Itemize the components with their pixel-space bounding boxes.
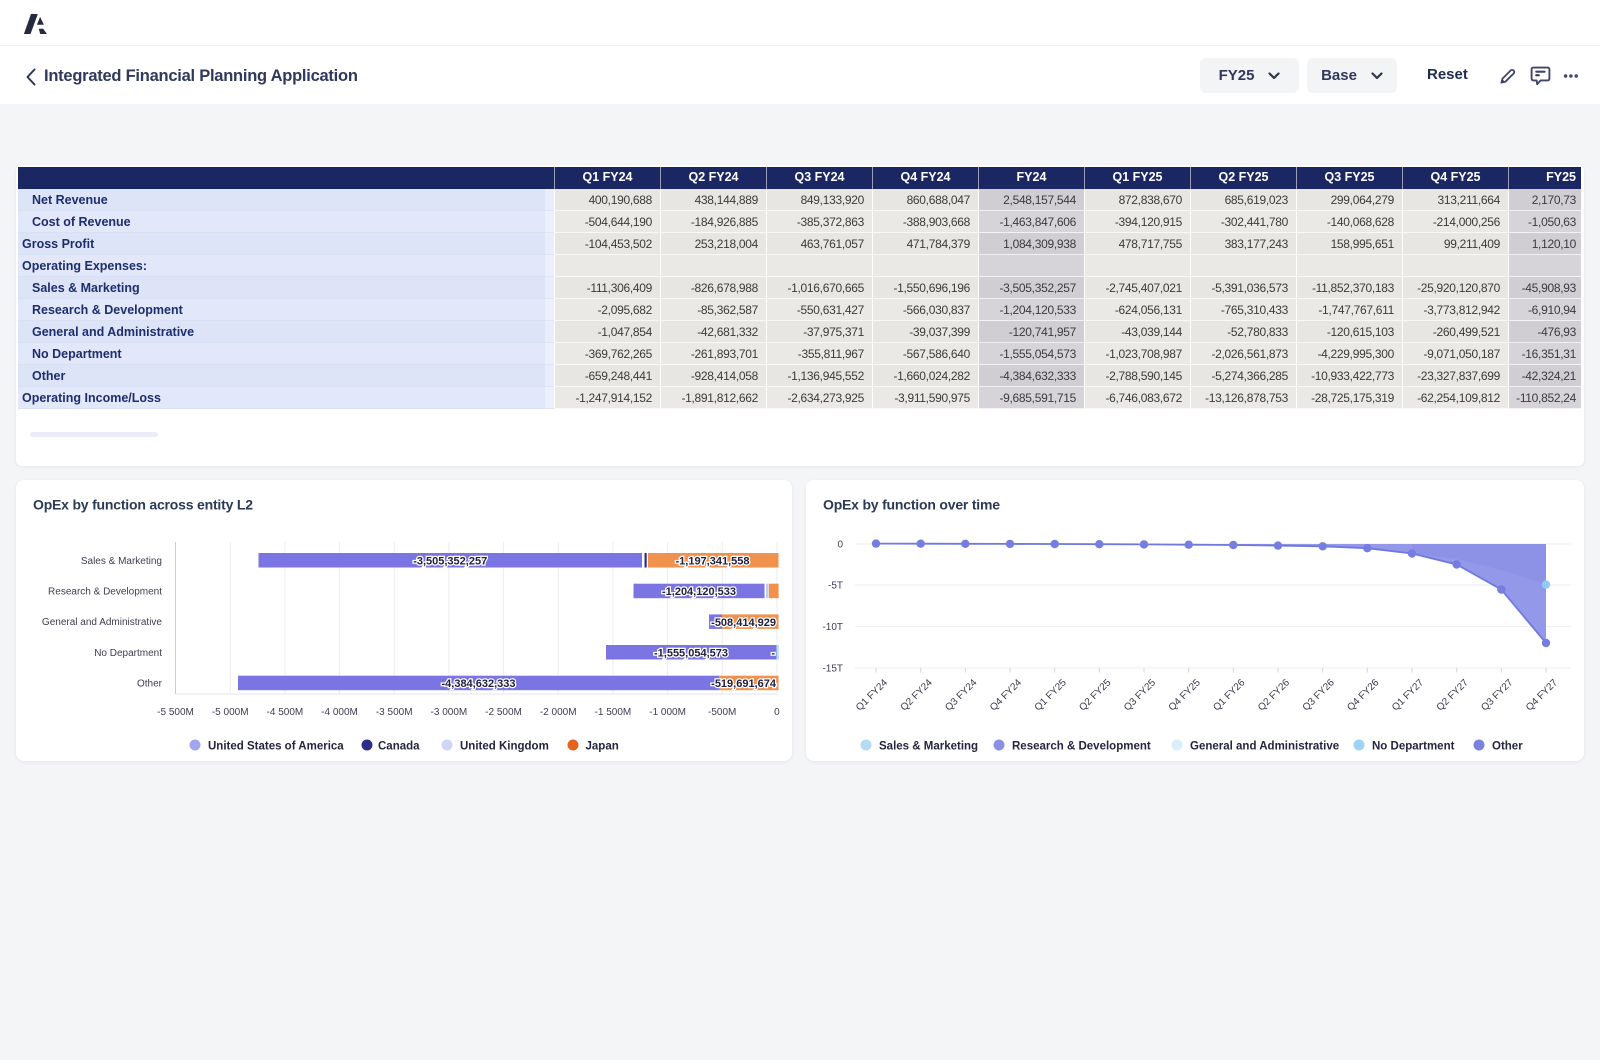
svg-text:-519,691,674: -519,691,674 <box>711 678 777 690</box>
svg-text:Q4 FY25: Q4 FY25 <box>1167 677 1203 713</box>
svg-text:Q1 FY24: Q1 FY24 <box>854 677 890 713</box>
svg-text:Q2 FY24: Q2 FY24 <box>899 677 935 713</box>
svg-text:-5T: -5T <box>828 581 843 592</box>
svg-text:United States of America: United States of America <box>208 741 344 753</box>
svg-text:No Department: No Department <box>94 648 162 659</box>
svg-text:-508,414,929: -508,414,929 <box>711 617 776 629</box>
svg-text:Q1 FY25: Q1 FY25 <box>1033 677 1069 713</box>
svg-text:-3,505,352,257: -3,505,352,257 <box>413 556 487 568</box>
svg-text:-10T: -10T <box>822 622 843 633</box>
svg-text:0: 0 <box>774 707 780 718</box>
svg-text:General and Administrative: General and Administrative <box>1190 741 1339 753</box>
svg-text:Q1 FY26: Q1 FY26 <box>1211 677 1247 713</box>
svg-text:Q4 FY26: Q4 FY26 <box>1345 677 1381 713</box>
svg-text:Japan: Japan <box>586 741 619 753</box>
svg-text:Other: Other <box>137 679 163 690</box>
svg-text:-15T: -15T <box>822 663 843 674</box>
svg-text:Sales & Marketing: Sales & Marketing <box>81 556 162 567</box>
svg-text:Q4 FY27: Q4 FY27 <box>1524 677 1560 713</box>
svg-text:-4 500M: -4 500M <box>267 707 304 718</box>
svg-text:Research & Development: Research & Development <box>1012 741 1151 753</box>
svg-text:-3 000M: -3 000M <box>431 707 468 718</box>
svg-text:-2 500M: -2 500M <box>485 707 522 718</box>
svg-text:-1,555,054,573: -1,555,054,573 <box>654 648 728 660</box>
svg-text:-5 500M: -5 500M <box>157 707 194 718</box>
svg-text:Q2 FY26: Q2 FY26 <box>1256 677 1292 713</box>
svg-text:Canada: Canada <box>378 741 420 753</box>
svg-text:Research & Development: Research & Development <box>48 587 162 598</box>
svg-text:Q2 FY27: Q2 FY27 <box>1435 677 1471 713</box>
svg-text:-1 000M: -1 000M <box>649 707 686 718</box>
svg-text:Q3 FY25: Q3 FY25 <box>1122 677 1158 713</box>
svg-text:No Department: No Department <box>1372 741 1455 753</box>
svg-text:General and Administrative: General and Administrative <box>42 617 163 628</box>
svg-text:-3 500M: -3 500M <box>376 707 413 718</box>
svg-text:OpEx by function across entity: OpEx by function across entity L2 <box>33 497 253 513</box>
svg-text:-5 000M: -5 000M <box>212 707 249 718</box>
svg-text:OpEx by function over time: OpEx by function over time <box>823 497 1000 513</box>
svg-text:Q3 FY27: Q3 FY27 <box>1479 677 1515 713</box>
svg-text:-4 000M: -4 000M <box>321 707 358 718</box>
svg-text:-500M: -500M <box>708 707 736 718</box>
svg-text:-1 500M: -1 500M <box>595 707 632 718</box>
svg-text:Q3 FY26: Q3 FY26 <box>1301 677 1337 713</box>
svg-text:Q3 FY24: Q3 FY24 <box>943 677 979 713</box>
svg-text:-: - <box>771 648 775 660</box>
svg-text:Q2 FY25: Q2 FY25 <box>1077 677 1113 713</box>
svg-text:-1,204,120,533: -1,204,120,533 <box>662 586 736 598</box>
svg-text:-2 000M: -2 000M <box>540 707 577 718</box>
svg-text:Other: Other <box>1492 741 1523 753</box>
svg-text:United Kingdom: United Kingdom <box>460 741 549 753</box>
svg-text:Q1 FY27: Q1 FY27 <box>1390 677 1426 713</box>
svg-text:-4,384,632,333: -4,384,632,333 <box>441 678 515 690</box>
svg-text:Sales & Marketing: Sales & Marketing <box>879 741 978 753</box>
svg-text:Q4 FY24: Q4 FY24 <box>988 677 1024 713</box>
svg-text:0: 0 <box>837 540 843 551</box>
svg-text:-1,197,341,558: -1,197,341,558 <box>675 556 749 568</box>
